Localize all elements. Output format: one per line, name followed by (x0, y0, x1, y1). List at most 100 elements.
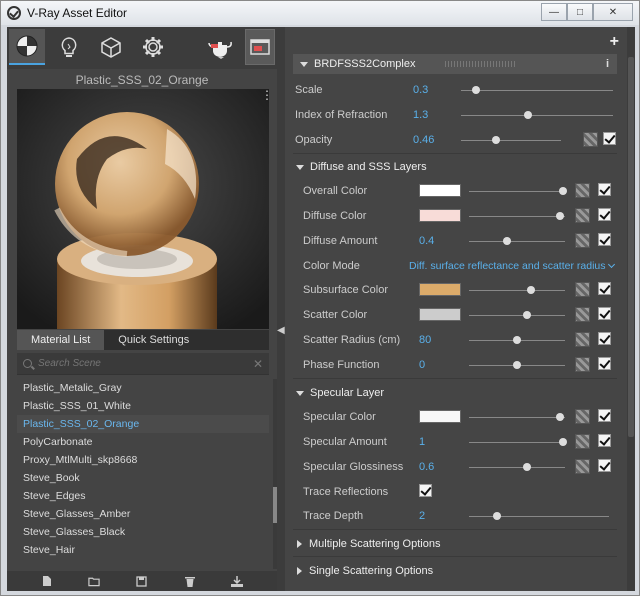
list-item[interactable]: Steve_Edges (17, 487, 269, 505)
title-bar[interactable]: V-Ray Asset Editor — □ ✕ (1, 1, 639, 25)
slider-knob[interactable] (556, 413, 565, 421)
tab-quick-settings[interactable]: Quick Settings (104, 330, 203, 350)
list-item[interactable]: Proxy_MtlMulti_skp8668 (17, 451, 269, 469)
materials-tab-button[interactable] (9, 29, 45, 65)
minimize-button[interactable]: — (541, 3, 567, 21)
color-swatch[interactable] (419, 184, 461, 197)
trace-depth-slider[interactable] (469, 512, 609, 520)
slider-knob[interactable] (559, 438, 568, 446)
single-scattering-header[interactable]: Single Scattering Options (293, 561, 433, 581)
save-icon[interactable] (136, 575, 148, 587)
list-item[interactable]: Plastic_SSS_01_White (17, 397, 269, 415)
param-value[interactable]: 1 (419, 436, 425, 448)
list-item-selected[interactable]: Plastic_SSS_02_Orange (17, 415, 269, 433)
diffuse-amount-checkbox[interactable] (598, 233, 611, 246)
param-value[interactable]: 0.3 (413, 84, 428, 96)
properties-scrollbar[interactable] (627, 27, 635, 591)
diffuse-color-checkbox[interactable] (598, 208, 611, 221)
color-swatch[interactable] (419, 410, 461, 423)
open-folder-icon[interactable] (88, 575, 101, 587)
info-icon[interactable]: i (606, 58, 609, 70)
list-item[interactable]: Steve_Glasses_Amber (17, 505, 269, 523)
search-input[interactable] (38, 358, 238, 369)
texture-slot-button[interactable] (575, 183, 590, 198)
geometry-tab-button[interactable] (93, 29, 129, 65)
specular-amount-checkbox[interactable] (598, 434, 611, 447)
slider-knob[interactable] (527, 286, 536, 294)
texture-slot-button[interactable] (575, 357, 590, 372)
texture-slot-button[interactable] (575, 233, 590, 248)
specular-glossiness-checkbox[interactable] (598, 459, 611, 472)
render-button[interactable] (203, 29, 239, 65)
color-swatch[interactable] (419, 283, 461, 296)
ior-slider[interactable] (461, 111, 613, 119)
param-value[interactable]: 0.46 (413, 134, 434, 146)
color-swatch[interactable] (419, 308, 461, 321)
specular-color-slider[interactable] (469, 413, 565, 421)
phase-function-checkbox[interactable] (598, 357, 611, 370)
slider-knob[interactable] (513, 336, 521, 344)
slider-knob[interactable] (513, 361, 521, 369)
specular-color-checkbox[interactable] (598, 409, 611, 422)
opacity-slider[interactable] (461, 136, 561, 144)
multiple-scattering-header[interactable]: Multiple Scattering Options (293, 534, 440, 554)
param-value[interactable]: 80 (419, 334, 431, 346)
slider-knob[interactable] (493, 512, 501, 520)
texture-slot-button[interactable] (575, 409, 590, 424)
panel-splitter[interactable]: ◀ (277, 27, 285, 591)
slider-knob[interactable] (559, 187, 568, 195)
opacity-checkbox[interactable] (603, 132, 616, 145)
texture-slot-button[interactable] (575, 459, 590, 474)
diffuse-amount-slider[interactable] (469, 237, 565, 245)
trace-reflections-checkbox[interactable] (419, 484, 432, 497)
scatter-radius-slider[interactable] (469, 336, 565, 344)
subsurface-color-slider[interactable] (469, 286, 565, 294)
diffuse-color-slider[interactable] (469, 212, 565, 220)
scrollbar-thumb[interactable] (628, 57, 634, 437)
param-value[interactable]: 0.4 (419, 235, 434, 247)
overall-color-slider[interactable] (469, 187, 568, 195)
import-icon[interactable] (231, 575, 244, 587)
brdf-rollout-header[interactable]: BRDFSSS2Complex i (293, 54, 617, 74)
slider-knob[interactable] (523, 111, 532, 119)
maximize-button[interactable]: □ (567, 3, 593, 21)
list-item[interactable]: PolyCarbonate (17, 433, 269, 451)
slider-knob[interactable] (522, 311, 531, 319)
slider-knob[interactable] (503, 237, 512, 245)
list-item[interactable]: Plastic_Metalic_Gray (17, 379, 269, 397)
new-file-icon[interactable] (41, 575, 53, 587)
specular-glossiness-slider[interactable] (469, 463, 565, 471)
texture-slot-button[interactable] (575, 332, 590, 347)
scale-slider[interactable] (461, 86, 613, 94)
texture-slot-button[interactable] (575, 434, 590, 449)
specular-amount-slider[interactable] (469, 438, 568, 446)
add-material-button[interactable]: + (610, 33, 619, 51)
collapse-left-icon[interactable]: ◀ (277, 325, 285, 336)
tab-material-list[interactable]: Material List (17, 330, 105, 350)
list-item[interactable]: Steve_Glasses_Black (17, 523, 269, 541)
param-value[interactable]: 1.3 (413, 109, 428, 121)
texture-slot-button[interactable] (575, 208, 590, 223)
lights-tab-button[interactable] (51, 29, 87, 65)
texture-slot-button[interactable] (575, 307, 590, 322)
list-item[interactable]: Steve_Hair (17, 541, 269, 559)
slider-knob[interactable] (472, 86, 481, 94)
param-value[interactable]: 2 (419, 510, 425, 522)
color-mode-dropdown[interactable]: Diff. surface reflectance and scatter ra… (409, 260, 615, 272)
delete-icon[interactable] (184, 575, 196, 587)
slider-knob[interactable] (522, 463, 531, 471)
texture-slot-button[interactable] (583, 132, 598, 147)
subsurface-color-checkbox[interactable] (598, 282, 611, 295)
close-button[interactable]: ✕ (593, 3, 633, 21)
overall-color-checkbox[interactable] (598, 183, 611, 196)
scatter-color-checkbox[interactable] (598, 307, 611, 320)
preview-menu-icon[interactable]: ⋮ (261, 89, 269, 101)
color-swatch[interactable] (419, 209, 461, 222)
phase-function-slider[interactable] (469, 361, 565, 369)
param-value[interactable]: 0 (419, 359, 425, 371)
slider-knob[interactable] (492, 136, 500, 144)
diffuse-section-header[interactable]: Diffuse and SSS Layers (293, 157, 427, 177)
scatter-color-slider[interactable] (469, 311, 565, 319)
scatter-radius-checkbox[interactable] (598, 332, 611, 345)
render-window-button[interactable] (245, 29, 275, 65)
